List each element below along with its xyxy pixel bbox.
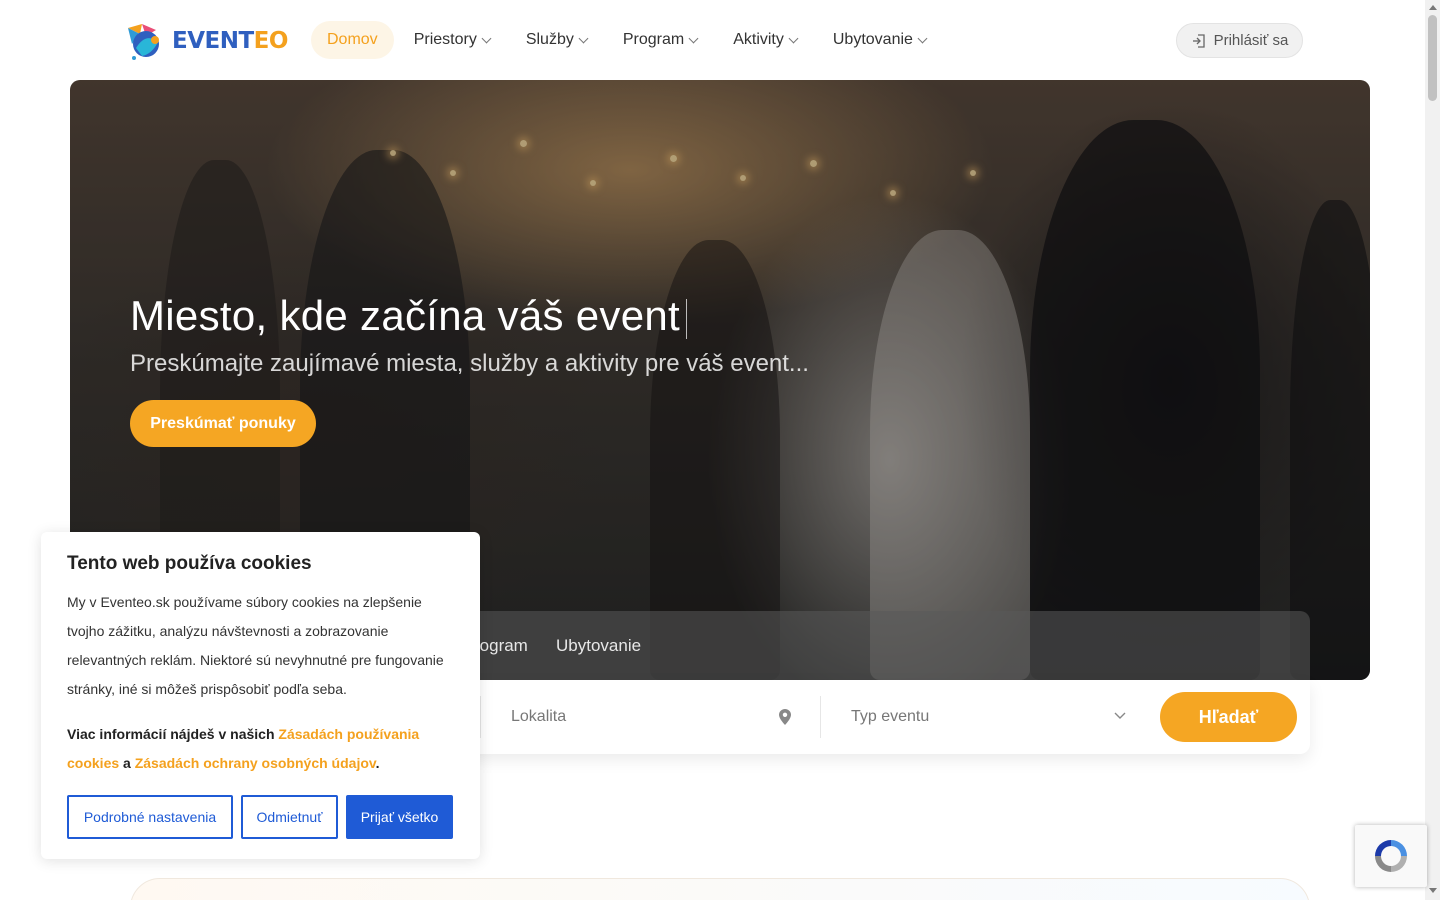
hero-photo-light bbox=[670, 155, 677, 162]
explore-offers-button[interactable]: Preskúmať ponuky bbox=[130, 400, 316, 447]
cookie-accept-button[interactable]: Prijať všetko bbox=[346, 795, 453, 839]
chevron-down-icon bbox=[788, 33, 799, 43]
logo-text: EVENTEO bbox=[172, 28, 288, 54]
event-type-select[interactable]: Typ eventu bbox=[851, 680, 1126, 754]
divider bbox=[820, 696, 821, 738]
nav-item-program[interactable]: Program bbox=[607, 21, 713, 59]
chevron-down-icon bbox=[481, 33, 492, 43]
login-icon bbox=[1192, 33, 1205, 48]
hero-photo-light bbox=[450, 170, 456, 176]
site-header: EVENTEO Domov Priestory Služby Program A… bbox=[0, 0, 1425, 80]
logo-icon bbox=[122, 20, 164, 62]
scroll-up-icon[interactable] bbox=[1429, 5, 1437, 10]
hero-photo-light bbox=[810, 160, 817, 167]
chevron-down-icon bbox=[1114, 712, 1126, 719]
hero-photo-light bbox=[520, 140, 527, 147]
nav-item-aktivity[interactable]: Aktivity bbox=[717, 21, 813, 59]
content-card bbox=[130, 878, 1310, 900]
hero-photo-figure bbox=[1290, 200, 1370, 680]
cookie-more-info: Viac informácií nájdeš v našich Zásadách… bbox=[67, 726, 420, 771]
divider bbox=[480, 696, 481, 738]
cookie-dialog: Tento web používa cookies My v Eventeo.s… bbox=[41, 532, 480, 859]
nav-item-ubytovanie[interactable]: Ubytovanie bbox=[817, 21, 942, 59]
tab-ubytovanie[interactable]: Ubytovanie bbox=[556, 636, 641, 656]
logo[interactable]: EVENTEO bbox=[122, 20, 288, 62]
login-button[interactable]: Prihlásiť sa bbox=[1176, 23, 1303, 58]
cookie-title: Tento web používa cookies bbox=[67, 553, 312, 574]
hero-title: Miesto, kde začína váš event bbox=[130, 292, 688, 340]
chevron-down-icon bbox=[917, 33, 928, 43]
nav-item-sluzby[interactable]: Služby bbox=[510, 21, 603, 59]
hero-subtitle: Preskúmajte zaujímavé miesta, služby a a… bbox=[130, 350, 809, 377]
nav-item-domov[interactable]: Domov bbox=[311, 21, 394, 59]
recaptcha-icon bbox=[1375, 840, 1407, 872]
hero-photo-figure bbox=[1030, 120, 1260, 680]
scroll-thumb[interactable] bbox=[1428, 15, 1437, 101]
hero-photo-light bbox=[390, 150, 396, 156]
page: EVENTEO Domov Priestory Služby Program A… bbox=[0, 0, 1440, 900]
hero-photo-light bbox=[890, 190, 896, 196]
cookie-text: My v Eventeo.sk používame súbory cookies… bbox=[67, 594, 444, 697]
page-scrollbar[interactable] bbox=[1425, 0, 1440, 900]
recaptcha-badge[interactable] bbox=[1355, 825, 1427, 887]
tab-program[interactable]: rogram bbox=[474, 636, 528, 656]
privacy-policy-link[interactable]: Zásadách ochrany osobných údajov bbox=[135, 755, 376, 771]
cookie-reject-button[interactable]: Odmietnuť bbox=[241, 795, 338, 839]
hero-photo-light bbox=[590, 180, 596, 186]
search-button[interactable]: Hľadať bbox=[1160, 692, 1297, 742]
hero-photo-light bbox=[740, 175, 746, 181]
scroll-down-icon[interactable] bbox=[1429, 888, 1437, 893]
main-nav: Domov Priestory Služby Program Aktivity … bbox=[311, 21, 946, 59]
chevron-down-icon bbox=[688, 33, 699, 43]
hero-photo-light bbox=[970, 170, 976, 176]
chevron-down-icon bbox=[578, 33, 589, 43]
cookie-settings-button[interactable]: Podrobné nastavenia bbox=[67, 795, 233, 839]
location-input[interactable]: Lokalita bbox=[511, 680, 791, 754]
typing-caret bbox=[686, 298, 688, 339]
nav-item-priestory[interactable]: Priestory bbox=[398, 21, 506, 59]
map-pin-icon bbox=[779, 709, 791, 725]
